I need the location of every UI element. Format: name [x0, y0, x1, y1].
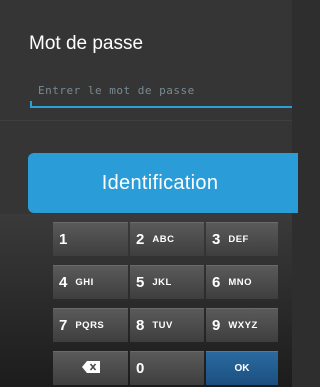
key-number: 6: [212, 274, 221, 291]
key-1[interactable]: 1: [53, 222, 128, 256]
input-cursor-tick: [30, 101, 32, 108]
key-letters: JKL: [152, 277, 172, 288]
key-number: 3: [212, 231, 221, 248]
page-title: Mot de passe: [29, 33, 144, 54]
key-letters: PQRS: [75, 320, 105, 331]
key-letters: MNO: [228, 277, 253, 288]
backspace-icon: [81, 360, 100, 378]
key-2[interactable]: 2 ABC: [130, 222, 204, 256]
numeric-keypad: 1 2 ABC 3 DEF 4 GHI 5 JKL 6 MNO 7 PQRS 8…: [0, 214, 292, 387]
key-number: 7: [59, 317, 68, 334]
login-button[interactable]: Identification: [28, 153, 298, 213]
key-number: 0: [136, 360, 145, 377]
key-7[interactable]: 7 PQRS: [53, 308, 128, 342]
key-number: 2: [136, 231, 145, 248]
ok-key[interactable]: OK: [206, 351, 278, 385]
key-5[interactable]: 5 JKL: [130, 265, 204, 299]
key-8[interactable]: 8 TUV: [130, 308, 204, 342]
password-input[interactable]: [30, 74, 292, 108]
delete-key[interactable]: [53, 351, 128, 385]
key-3[interactable]: 3 DEF: [206, 222, 278, 256]
key-number: 9: [212, 317, 221, 334]
divider: [0, 120, 292, 121]
key-number: 1: [59, 231, 68, 248]
key-number: 4: [59, 274, 68, 291]
key-number: 8: [136, 317, 145, 334]
key-letters: TUV: [152, 320, 173, 331]
key-0[interactable]: 0: [130, 351, 204, 385]
key-6[interactable]: 6 MNO: [206, 265, 278, 299]
key-letters: ABC: [152, 234, 175, 245]
ok-key-label: OK: [234, 363, 250, 374]
key-letters: DEF: [228, 234, 249, 245]
key-4[interactable]: 4 GHI: [53, 265, 128, 299]
key-number: 5: [136, 274, 145, 291]
key-9[interactable]: 9 WXYZ: [206, 308, 278, 342]
login-panel: Mot de passe Identification: [0, 0, 298, 214]
key-letters: WXYZ: [228, 320, 258, 331]
key-letters: GHI: [75, 277, 94, 288]
login-button-label: Identification: [101, 171, 219, 194]
